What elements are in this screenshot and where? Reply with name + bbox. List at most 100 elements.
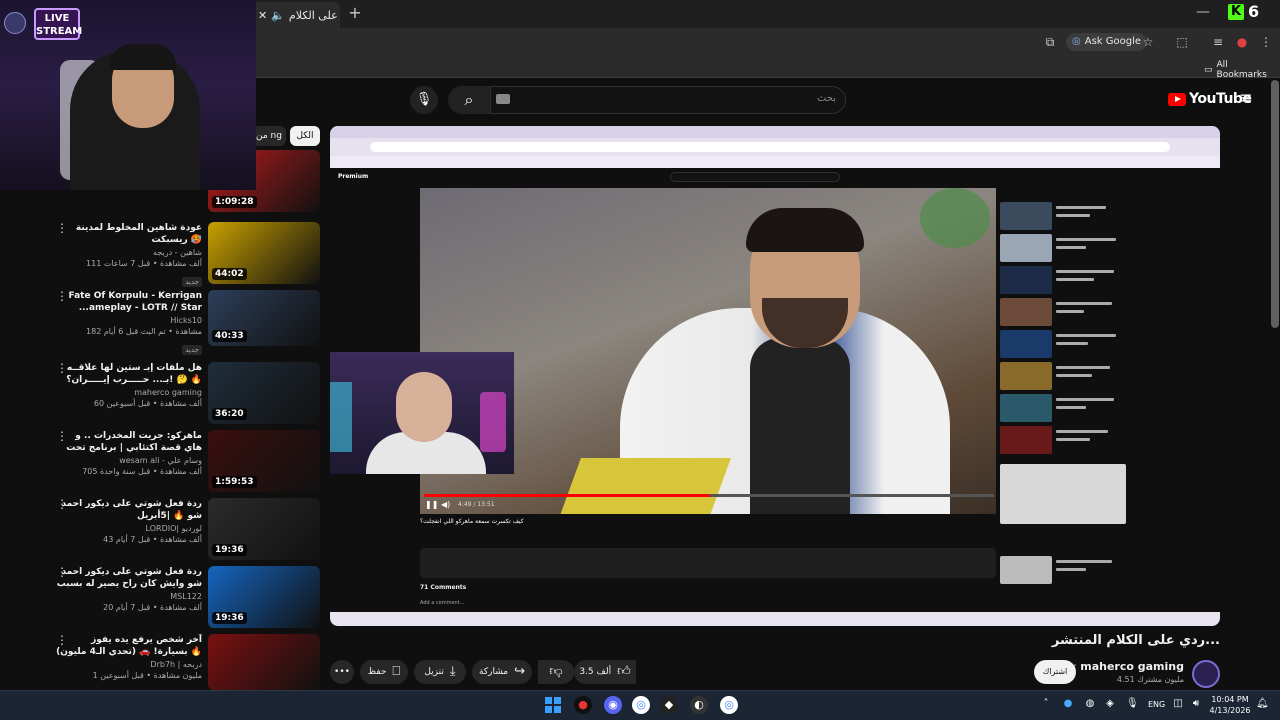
inner-search-box: [670, 172, 840, 182]
save-button[interactable]: حفظ ⎕: [360, 660, 408, 684]
inner-play-pause-icon: ❚❚ ◀): [425, 500, 451, 509]
video-channel[interactable]: Hicks10: [56, 315, 202, 326]
video-meta: Fate Of Korpulu - Kerrigan ...ameplay - …: [56, 290, 202, 356]
video-thumbnail[interactable]: 40:33: [208, 290, 320, 346]
tray-app-icon-1[interactable]: ●: [1062, 698, 1074, 710]
video-title: ماهركو: جريت المخدرات .. و هاي قصة اكتئا…: [66, 431, 202, 453]
browser-tab-active[interactable]: ✕ 🔈 ردي على الكلام: [252, 2, 340, 28]
tray-volume-icon[interactable]: 🔊︎: [1190, 698, 1202, 710]
tray-language[interactable]: ENG: [1148, 700, 1165, 709]
video-meta: ردة فعل شوتي على ديكور احمد شو وايش كان …: [56, 566, 202, 613]
tray-chevron-icon[interactable]: ˄: [1040, 698, 1052, 710]
windows-start-icon[interactable]: [544, 696, 562, 714]
more-options-icon[interactable]: ⋮: [56, 498, 68, 510]
tray-network-icon[interactable]: ◫: [1172, 698, 1184, 710]
related-video-item[interactable]: 19:36 ردة فعل شوتي على ديكور احمد شو وايش…: [56, 566, 320, 628]
more-options-icon[interactable]: ⋮: [56, 222, 68, 234]
video-channel[interactable]: شاهين - دريجه: [56, 247, 202, 258]
dislike-button[interactable]: 👎︎: [538, 660, 574, 684]
related-video-item[interactable]: 36:20 هل ملفات إبـ ستين لها علاقــه بـ...…: [56, 362, 320, 424]
google-lens-icon: ◎: [1072, 36, 1081, 47]
search-icon[interactable]: ⌕: [448, 86, 490, 114]
bookmark-icon: ⎕: [392, 664, 401, 679]
hamburger-menu-icon[interactable]: ≡: [1238, 90, 1254, 106]
more-actions-icon[interactable]: •••: [330, 660, 354, 684]
video-title: عودة شاهين المخلوط لمدينة ريسبكت 🥵: [75, 223, 202, 245]
inner-related-list: [1000, 202, 1130, 612]
video-stats: 111 ألف مشاهدة • قبل 7 ساعات: [86, 259, 202, 268]
more-options-icon[interactable]: ⋮: [56, 362, 68, 374]
media-controls-icon[interactable]: ≡: [1210, 34, 1226, 50]
inner-webcam-overlay: [330, 352, 514, 474]
related-video-item[interactable]: 40:33 Fate Of Korpulu - Kerrigan ...amepl…: [56, 290, 320, 355]
stream-logo-icon: [4, 12, 26, 34]
inner-yellow-cloth: [559, 458, 731, 514]
video-thumbnail[interactable]: 36:20: [208, 362, 320, 424]
more-options-icon[interactable]: ⋮: [56, 290, 68, 302]
more-options-icon[interactable]: ⋮: [56, 634, 68, 646]
inner-progress-fill: [424, 494, 710, 497]
channel-name[interactable]: ✔ maherco gaming: [1060, 660, 1184, 673]
video-thumbnail[interactable]: [208, 634, 320, 690]
share-button[interactable]: مشاركة ↪: [472, 660, 532, 684]
chrome-alt-icon[interactable]: ◎: [720, 696, 738, 714]
video-thumbnail[interactable]: 19:36: [208, 566, 320, 628]
related-video-item[interactable]: آخر شخص يرفع يده يفوز بسيارة! 🚗 (تحدي ال…: [56, 634, 320, 690]
inner-add-comment: Add a comment...: [420, 600, 465, 606]
related-video-item[interactable]: 44:02 عودة شاهين المخلوط لمدينة ريسبكت 🥵 ش…: [56, 222, 320, 287]
channel-avatar[interactable]: [1192, 660, 1220, 688]
video-stats: 43 ألف مشاهدة • قبل 7 أيام: [103, 535, 202, 544]
tab-close-icon[interactable]: ✕: [258, 9, 267, 22]
all-bookmarks-button[interactable]: ▭ All Bookmarks: [1204, 60, 1280, 80]
video-channel[interactable]: Drb7h | دربحه: [56, 659, 202, 670]
video-player[interactable]: Premium ❚❚ ◀) 4:49 / 13:51 كيف تكسرت سمع…: [330, 126, 1220, 626]
app-icon-4[interactable]: ◆: [660, 696, 678, 714]
video-channel[interactable]: MSL122: [56, 591, 202, 602]
voice-search-icon[interactable]: 🎙: [410, 86, 438, 114]
ask-google-button[interactable]: ◎ Ask Google: [1066, 33, 1148, 51]
tab-audio-icon: 🔈: [271, 8, 285, 22]
video-channel[interactable]: LORDIO| لورديو: [56, 523, 202, 534]
tray-mic-icon[interactable]: 🎙: [1126, 698, 1139, 710]
video-channel[interactable]: wesam ali - وسام علي: [56, 455, 202, 466]
tray-app-icon-2[interactable]: ◍: [1084, 698, 1096, 710]
video-title: ردة فعل شوتي على ديكور احمد شو 🔥 |5أبريل: [61, 499, 202, 521]
new-tab-icon[interactable]: +: [346, 4, 364, 22]
chip-all[interactable]: الكل: [290, 126, 320, 146]
extensions-icon[interactable]: ⬚: [1174, 34, 1190, 50]
keyboard-icon[interactable]: [496, 94, 510, 104]
download-button[interactable]: تنزيل ⤓: [414, 660, 466, 684]
folder-icon: ▭: [1204, 65, 1213, 75]
more-options-icon[interactable]: ⋮: [56, 430, 68, 442]
bookmark-star-icon[interactable]: ☆: [1140, 34, 1156, 50]
live-label: LIVE: [44, 13, 70, 24]
video-thumbnail[interactable]: 1:59:53: [208, 430, 320, 492]
install-app-icon[interactable]: ⧉: [1042, 34, 1058, 50]
chip-from[interactable]: من ng: [252, 126, 286, 146]
chrome-icon[interactable]: ◎: [632, 696, 650, 714]
browser-menu-icon[interactable]: ⋮: [1258, 34, 1274, 50]
inner-premium-logo: Premium: [338, 173, 369, 180]
kick-viewer-count: 6: [1248, 2, 1260, 21]
app-icon-1[interactable]: ●: [574, 696, 592, 714]
new-badge: جديد: [182, 277, 202, 287]
tray-clock[interactable]: 10:04 PM 4/13/2026: [1206, 694, 1254, 716]
discord-icon[interactable]: ◉: [604, 696, 622, 714]
like-button[interactable]: 3.5 ألف 👍︎: [574, 660, 636, 684]
obs-icon[interactable]: ◐: [690, 696, 708, 714]
video-thumbnail[interactable]: 44:02: [208, 222, 320, 284]
inner-person-shirt: [750, 338, 850, 514]
video-channel[interactable]: maherco gaming: [56, 387, 202, 398]
related-video-item[interactable]: 1:59:53 ماهركو: جريت المخدرات .. و هاي قص…: [56, 430, 320, 492]
profile-icon[interactable]: ●: [1234, 34, 1250, 50]
page-scrollbar[interactable]: [1271, 80, 1279, 328]
more-options-icon[interactable]: ⋮: [56, 566, 68, 578]
search-input[interactable]: [490, 86, 846, 114]
notification-bell-icon[interactable]: 🔔︎: [1256, 698, 1269, 710]
tray-app-icon-3[interactable]: ◈: [1104, 698, 1116, 710]
subscribe-button[interactable]: اشتراك: [1034, 660, 1076, 684]
related-video-item[interactable]: 19:36 ردة فعل شوتي على ديكور احمد شو 🔥 |5…: [56, 498, 320, 560]
window-minimize-icon[interactable]: —: [1196, 4, 1210, 20]
video-thumbnail[interactable]: 19:36: [208, 498, 320, 560]
video-title: آخر شخص يرفع يده يفوز بسيارة! 🚗 (تحدي ال…: [56, 635, 202, 657]
